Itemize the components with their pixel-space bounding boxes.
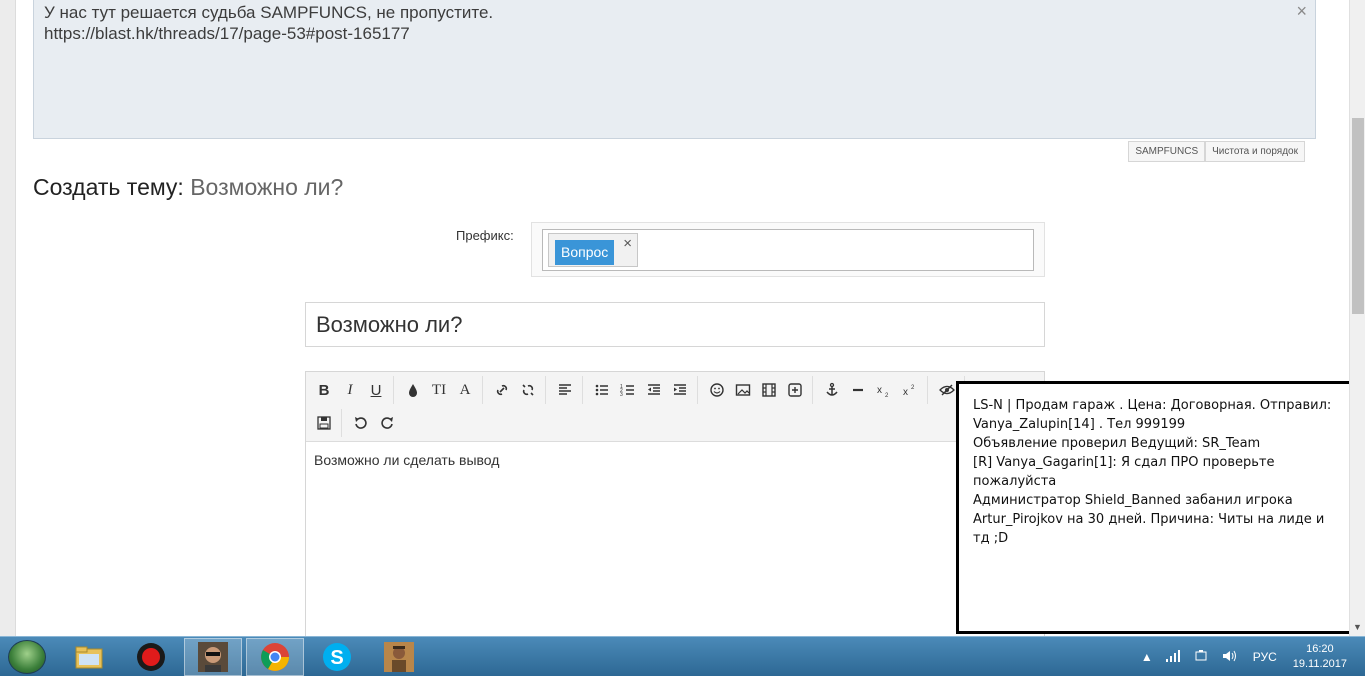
chat-log: LS-N | Продам гараж . Цена: Договорная. … (973, 396, 1343, 548)
toolbar-row (311, 409, 410, 437)
page-scrollbar[interactable]: ▼ (1349, 0, 1365, 636)
language-indicator[interactable]: РУС (1253, 650, 1277, 664)
anchor-icon[interactable] (819, 376, 845, 404)
page-title-subject: Возможно ли? (190, 174, 344, 200)
prefix-input[interactable]: Вопрос × (542, 229, 1034, 271)
notice-tags: SAMPFUNCS Чистота и порядок (1128, 141, 1305, 162)
message-editor: B I U TI A 123 x 2 x 2 Возможно ли сдела… (305, 371, 1045, 641)
notice-banner: У нас тут решается судьба SAMPFUNCS, не … (33, 0, 1316, 139)
skype-button[interactable]: S (308, 638, 366, 676)
clock-time: 16:20 (1306, 643, 1334, 655)
color-icon[interactable] (400, 376, 426, 404)
tag-sampfuncs[interactable]: SAMPFUNCS (1128, 141, 1206, 162)
editor-content[interactable]: Возможно ли сделать вывод (314, 452, 499, 468)
notice-link[interactable]: https://blast.hk/threads/17/page-53#post… (44, 23, 493, 44)
prefix-chip-label: Вопрос (555, 240, 615, 265)
prefix-label: Префикс: (456, 228, 514, 243)
smilie-icon[interactable] (704, 376, 730, 404)
game-avatar-icon (198, 642, 228, 672)
horizontal-rule-icon[interactable] (845, 376, 871, 404)
windows-taskbar: S ▲ РУС 16:20 19.11.2017 (0, 636, 1365, 676)
prefix-selector: Вопрос × (531, 222, 1045, 277)
thread-title-input[interactable] (305, 302, 1045, 347)
italic-icon[interactable]: I (337, 376, 363, 404)
indent-icon[interactable] (667, 376, 693, 404)
page-title-prefix: Создать тему: (33, 174, 184, 200)
editor-toolbar: B I U TI A 123 x 2 x 2 (306, 372, 1044, 442)
svg-text:3: 3 (620, 392, 623, 398)
svg-text:2: 2 (911, 385, 915, 391)
game-character-button[interactable] (370, 638, 428, 676)
scroll-thumb[interactable] (1352, 118, 1364, 314)
undo-icon[interactable] (348, 409, 374, 437)
file-explorer-button[interactable] (60, 638, 118, 676)
tag-order[interactable]: Чистота и порядок (1205, 141, 1305, 162)
align-left-icon[interactable] (552, 376, 578, 404)
toolbar-group-draft (311, 409, 342, 437)
media-icon[interactable] (756, 376, 782, 404)
svg-text:2: 2 (885, 393, 889, 398)
system-tray: ▲ РУС 16:20 19.11.2017 (1135, 637, 1365, 676)
font-size-icon[interactable]: TI (426, 376, 452, 404)
page-title: Создать тему: Возможно ли? (33, 174, 343, 201)
skype-icon: S (323, 643, 351, 671)
record-icon (137, 643, 165, 671)
clock[interactable]: 16:20 19.11.2017 (1293, 642, 1347, 672)
numbered-list-icon[interactable]: 123 (615, 376, 641, 404)
chrome-button[interactable] (246, 638, 304, 676)
game-chat-overlay: LS-N | Продам гараж . Цена: Договорная. … (956, 381, 1354, 634)
toolbar-group-history (348, 409, 404, 437)
save-draft-icon[interactable] (311, 409, 337, 437)
power-icon[interactable] (1193, 649, 1209, 666)
scroll-down-icon[interactable]: ▼ (1353, 622, 1362, 632)
underline-icon[interactable]: U (363, 376, 389, 404)
notice-line: У нас тут решается судьба SAMPFUNCS, не … (44, 3, 494, 22)
clock-date: 19.11.2017 (1292, 658, 1347, 670)
chat-line: Объявление проверил Ведущий: SR_Team (973, 436, 1261, 451)
remove-icon[interactable]: × (623, 235, 632, 252)
chat-line: Администратор Shield_Banned забанил игро… (973, 493, 1325, 546)
volume-icon[interactable] (1221, 649, 1237, 666)
chrome-icon (261, 643, 289, 671)
network-icon[interactable] (1165, 649, 1181, 666)
link-icon[interactable] (489, 376, 515, 404)
notice-text: У нас тут решается судьба SAMPFUNCS, не … (44, 2, 493, 44)
left-margin (0, 0, 16, 636)
bulleted-list-icon[interactable] (589, 376, 615, 404)
toolbar-group-list: 123 (589, 376, 698, 404)
subscript-icon[interactable]: x2 (871, 376, 897, 404)
tray-expand-icon[interactable]: ▲ (1141, 650, 1153, 664)
game-character-icon (384, 642, 414, 672)
start-button[interactable] (8, 640, 46, 674)
game-avatar-button[interactable] (184, 638, 242, 676)
superscript-icon[interactable]: x2 (897, 376, 923, 404)
toolbar-group-misc: x2 x2 (819, 376, 928, 404)
toolbar-group-align (552, 376, 583, 404)
folder-icon (75, 646, 103, 669)
bold-icon[interactable]: B (311, 376, 337, 404)
insert-icon[interactable] (782, 376, 808, 404)
image-icon[interactable] (730, 376, 756, 404)
outdent-icon[interactable] (641, 376, 667, 404)
toolbar-row: B I U TI A 123 x 2 x 2 (311, 376, 1033, 404)
svg-text:x: x (903, 387, 908, 398)
recorder-button[interactable] (122, 638, 180, 676)
close-icon[interactable]: × (1296, 1, 1307, 22)
toolbar-group-link (489, 376, 546, 404)
toolbar-group-text: B I U (311, 376, 394, 404)
chat-line: LS-N | Продам гараж . Цена: Договорная. … (973, 398, 1332, 432)
redo-icon[interactable] (374, 409, 400, 437)
prefix-chip[interactable]: Вопрос × (548, 233, 638, 267)
unlink-icon[interactable] (515, 376, 541, 404)
chat-line: [R] Vanya_Gagarin[1]: Я сдал ПРО проверь… (973, 455, 1275, 489)
toolbar-group-style: TI A (400, 376, 483, 404)
toolbar-group-insert (704, 376, 813, 404)
svg-text:x: x (877, 385, 882, 396)
svg-text:S: S (330, 647, 343, 669)
font-icon[interactable]: A (452, 376, 478, 404)
